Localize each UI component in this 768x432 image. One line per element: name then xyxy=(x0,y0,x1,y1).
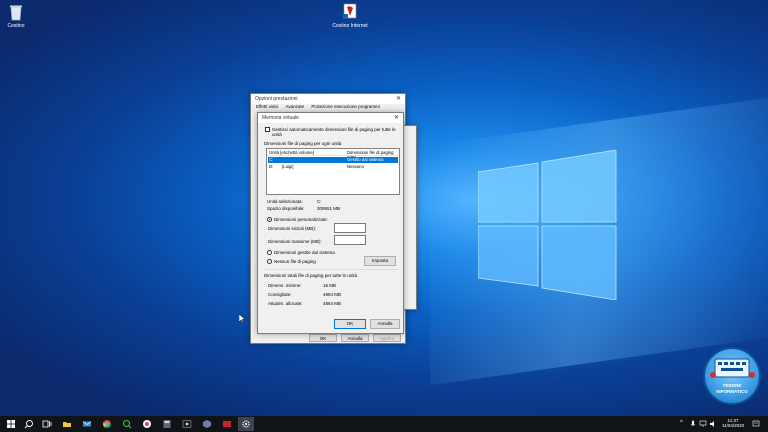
start-windows-icon[interactable] xyxy=(6,419,16,429)
no-paging-radio[interactable] xyxy=(267,259,272,264)
keyboard-logo-icon xyxy=(710,358,755,378)
windows-logo xyxy=(478,150,617,300)
auto-manage-label: Gestisci automaticamente dimensioni file… xyxy=(272,126,396,137)
min-label: Dimens. minime: xyxy=(268,283,302,288)
recycle-bin-icon xyxy=(10,5,22,21)
clock[interactable]: 11:37 11/04/2020 xyxy=(722,418,744,428)
initial-size-label: Dimensioni iniziali (MB): xyxy=(268,226,317,231)
recommended-value: 4984 MB xyxy=(323,292,342,297)
allocated-value: 4864 MB xyxy=(323,301,342,306)
section-label: Dimensioni file di paging per ogni unità xyxy=(264,141,342,146)
chevron-up-icon[interactable]: ^ xyxy=(680,420,683,426)
system-managed-label: Dimensioni gestite dal sistema xyxy=(274,249,335,255)
back-apply-button[interactable]: Applica xyxy=(373,334,401,342)
system-tray: ^ 11:37 11/04/2020 xyxy=(678,416,768,432)
initial-size-input[interactable] xyxy=(334,223,366,233)
window-titlebar: Opzioni prestazioni ✕ xyxy=(251,94,405,104)
selected-drive-value: C: xyxy=(317,199,322,204)
file-explorer-icon[interactable] xyxy=(62,419,72,429)
back-ok-button[interactable]: OK xyxy=(309,334,337,342)
desktop-icon-internet[interactable]: Cestino Internet xyxy=(330,3,370,29)
drive-list-header: Unità [etichetta volume] Dimensioni file… xyxy=(267,149,399,160)
space-value: 309551 MB xyxy=(317,206,341,211)
clock-date: 11/04/2020 xyxy=(722,423,745,428)
back-cancel-button[interactable]: Annulla xyxy=(341,334,369,342)
chrome-icon[interactable] xyxy=(102,419,112,429)
drive-row[interactable]: C: Gestito dal sistema xyxy=(268,157,398,163)
divider xyxy=(264,269,399,270)
mail-icon[interactable] xyxy=(82,419,92,429)
volume-icon[interactable] xyxy=(709,420,717,428)
channel-logo: TENORE INFORMATICO xyxy=(703,347,761,405)
recommended-label: Consigliate: xyxy=(268,292,292,297)
ok-button[interactable]: OK xyxy=(334,319,366,329)
tab-strip: Effetti visivi Avanzate Protezione esecu… xyxy=(256,104,386,109)
logo-text-line1: TENORE xyxy=(722,383,742,388)
notifications-icon[interactable] xyxy=(752,420,760,428)
desktop-icon-label: Cestino xyxy=(7,23,25,29)
col-drive: Unità [etichetta volume] xyxy=(269,150,314,155)
drive-list[interactable]: Unità [etichetta volume] Dimensioni file… xyxy=(266,148,400,195)
tab-advanced[interactable]: Avanzate xyxy=(285,104,304,109)
cancel-button[interactable]: Annulla xyxy=(370,319,400,329)
red-app-icon[interactable] xyxy=(222,419,232,429)
dialog-titlebar: Memoria virtuale ✕ xyxy=(258,113,403,123)
selected-drive-label: Unità selezionata: xyxy=(267,199,303,204)
desktop-icon-recycle-bin[interactable]: Cestino xyxy=(0,3,36,29)
max-size-label: Dimensioni massime (MB): xyxy=(268,239,322,244)
tab-dep[interactable]: Protezione esecuzione programmi xyxy=(311,104,379,109)
app-shortcut-icon xyxy=(343,3,357,19)
mouse-cursor-icon xyxy=(239,314,245,323)
min-value: 16 MB xyxy=(323,283,337,288)
taskbar: ^ 11:37 11/04/2020 xyxy=(0,416,768,432)
dialog-title: Memoria virtuale xyxy=(262,115,299,121)
no-paging-label: Nessun file di paging xyxy=(274,258,316,264)
custom-size-label: Dimensioni personalizzate: xyxy=(274,216,328,222)
search-icon[interactable] xyxy=(24,419,34,429)
close-icon[interactable]: ✕ xyxy=(394,114,399,121)
system-managed-radio[interactable] xyxy=(267,250,272,255)
custom-size-radio[interactable] xyxy=(267,217,272,222)
calculator-icon[interactable] xyxy=(162,419,172,429)
totals-label: Dimensioni totali file di paging per tut… xyxy=(264,273,358,278)
search-app-icon[interactable] xyxy=(122,419,132,429)
network-icon[interactable] xyxy=(699,420,707,428)
task-view-icon[interactable] xyxy=(42,419,52,429)
tab-visual-effects[interactable]: Effetti visivi xyxy=(256,104,278,109)
max-size-input[interactable] xyxy=(334,235,366,245)
desktop: Cestino Cestino Internet Opzioni prestaz… xyxy=(0,0,768,416)
virtual-memory-dialog: Memoria virtuale ✕ Gestisci automaticame… xyxy=(257,112,404,334)
set-button[interactable]: Imposta xyxy=(364,256,396,266)
photos-icon[interactable] xyxy=(142,419,152,429)
drive-row[interactable]: D: [Luigi] Nessuno xyxy=(268,164,398,170)
media-icon[interactable] xyxy=(182,419,192,429)
window-title: Opzioni prestazioni xyxy=(255,96,298,102)
desktop-icon-label: Cestino Internet xyxy=(332,23,368,29)
close-icon[interactable]: ✕ xyxy=(396,95,401,102)
space-label: Spazio disponibile: xyxy=(267,206,305,211)
auto-manage-checkbox[interactable] xyxy=(265,127,270,132)
microphone-icon[interactable] xyxy=(690,420,696,428)
settings-gear-icon[interactable] xyxy=(241,419,251,429)
logo-text-line2: INFORMATICO xyxy=(716,389,748,394)
allocated-label: Attualm. allocate: xyxy=(268,301,303,306)
app-icon[interactable] xyxy=(202,419,212,429)
